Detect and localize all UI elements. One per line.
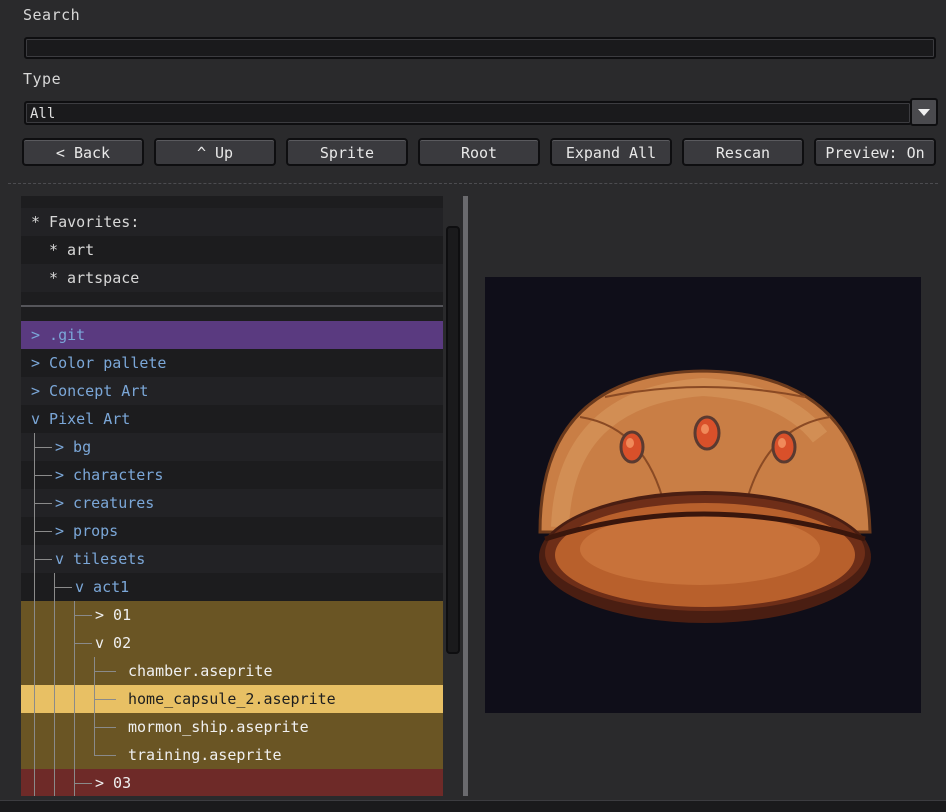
favorite-item-artspace[interactable]: * artspace [21, 264, 443, 292]
tree-item-chamber[interactable]: chamber.aseprite [21, 657, 443, 685]
tree-item-label: > bg [55, 438, 92, 456]
favorites-header: * Favorites: [21, 208, 443, 236]
tree-guide-line [34, 531, 52, 532]
tree-guide-line [94, 671, 116, 672]
sprite-button[interactable]: Sprite [286, 138, 408, 166]
tree-item-bg[interactable]: > bg [21, 433, 443, 461]
root-button[interactable]: Root [418, 138, 540, 166]
tree-item-label: training.aseprite [128, 746, 282, 764]
sprite-preview [485, 277, 921, 713]
tree-guide-line [94, 727, 116, 728]
tree-item-label: v Pixel Art [31, 410, 131, 428]
tree-item-label: > props [55, 522, 119, 540]
tree-item-label: > 01 [95, 606, 132, 624]
tree-item-training[interactable]: training.aseprite [21, 741, 443, 769]
tree-guide-line [34, 475, 52, 476]
favorites-header-label: * Favorites: [31, 213, 140, 231]
tree-guide-line [34, 503, 52, 504]
tree-item-label: chamber.aseprite [128, 662, 273, 680]
tree-guide-line [54, 573, 55, 796]
tree-guide-line [74, 601, 75, 796]
type-select[interactable]: All [24, 101, 912, 125]
tree-guide-line [34, 433, 35, 796]
back-button[interactable]: < Back [22, 138, 144, 166]
tree-item-label: v act1 [75, 578, 130, 596]
tree-guide-line [74, 643, 92, 644]
up-button[interactable]: ^ Up [154, 138, 276, 166]
tree-item-concept-art[interactable]: > Concept Art [21, 377, 443, 405]
favorite-label: * art [49, 241, 95, 259]
tree-item-color-pallete[interactable]: > Color pallete [21, 349, 443, 377]
tree-item-mormon-ship[interactable]: mormon_ship.aseprite [21, 713, 443, 741]
tree-item-tilesets[interactable]: v tilesets [21, 545, 443, 573]
file-tree: * Favorites: * art * artspace > .git > C… [21, 196, 443, 796]
tree-item-props[interactable]: > props [21, 517, 443, 545]
favorite-label: * artspace [49, 269, 140, 287]
tree-guide-line [94, 755, 116, 756]
tree-item-characters[interactable]: > characters [21, 461, 443, 489]
tree-guide-line [54, 587, 72, 588]
tree-guide-line [74, 615, 92, 616]
tree-item-label: > characters [55, 466, 164, 484]
tree-item-pixel-art[interactable]: v Pixel Art [21, 405, 443, 433]
tree-guide-line [74, 783, 92, 784]
tree-item-label: home_capsule_2.aseprite [128, 690, 336, 708]
favorite-item-art[interactable]: * art [21, 236, 443, 264]
tree-item-label: > Color pallete [31, 354, 167, 372]
tree-item-label: mormon_ship.aseprite [128, 718, 309, 736]
tree-guide-line [34, 447, 52, 448]
capsule-dome-icon [538, 369, 872, 623]
tree-guide-line [94, 699, 116, 700]
tree-item-label: v 02 [95, 634, 132, 652]
expand-all-button[interactable]: Expand All [550, 138, 672, 166]
tree-item-act1[interactable]: v act1 [21, 573, 443, 601]
tree-item-label: > 03 [95, 774, 132, 792]
type-label: Type [23, 70, 62, 88]
panel-splitter[interactable] [463, 196, 468, 796]
tree-item-label: > creatures [55, 494, 155, 512]
preview-toggle-button[interactable]: Preview: On [814, 138, 936, 166]
tree-item-home-capsule-selected[interactable]: home_capsule_2.aseprite [21, 685, 443, 713]
tree-item-label: v tilesets [55, 550, 146, 568]
tree-guide-line [34, 559, 52, 560]
toolbar-divider [8, 183, 938, 184]
favorites-separator [21, 305, 443, 307]
status-bar [0, 800, 946, 812]
search-input[interactable] [24, 37, 936, 59]
tree-item-creatures[interactable]: > creatures [21, 489, 443, 517]
tree-scrollbar-thumb[interactable] [446, 226, 460, 654]
tree-item-label: > Concept Art [31, 382, 149, 400]
search-label: Search [23, 6, 81, 24]
tree-item-label: > .git [31, 326, 86, 344]
chevron-down-icon[interactable] [910, 98, 938, 126]
rescan-button[interactable]: Rescan [682, 138, 804, 166]
tree-item-git[interactable]: > .git [21, 321, 443, 349]
